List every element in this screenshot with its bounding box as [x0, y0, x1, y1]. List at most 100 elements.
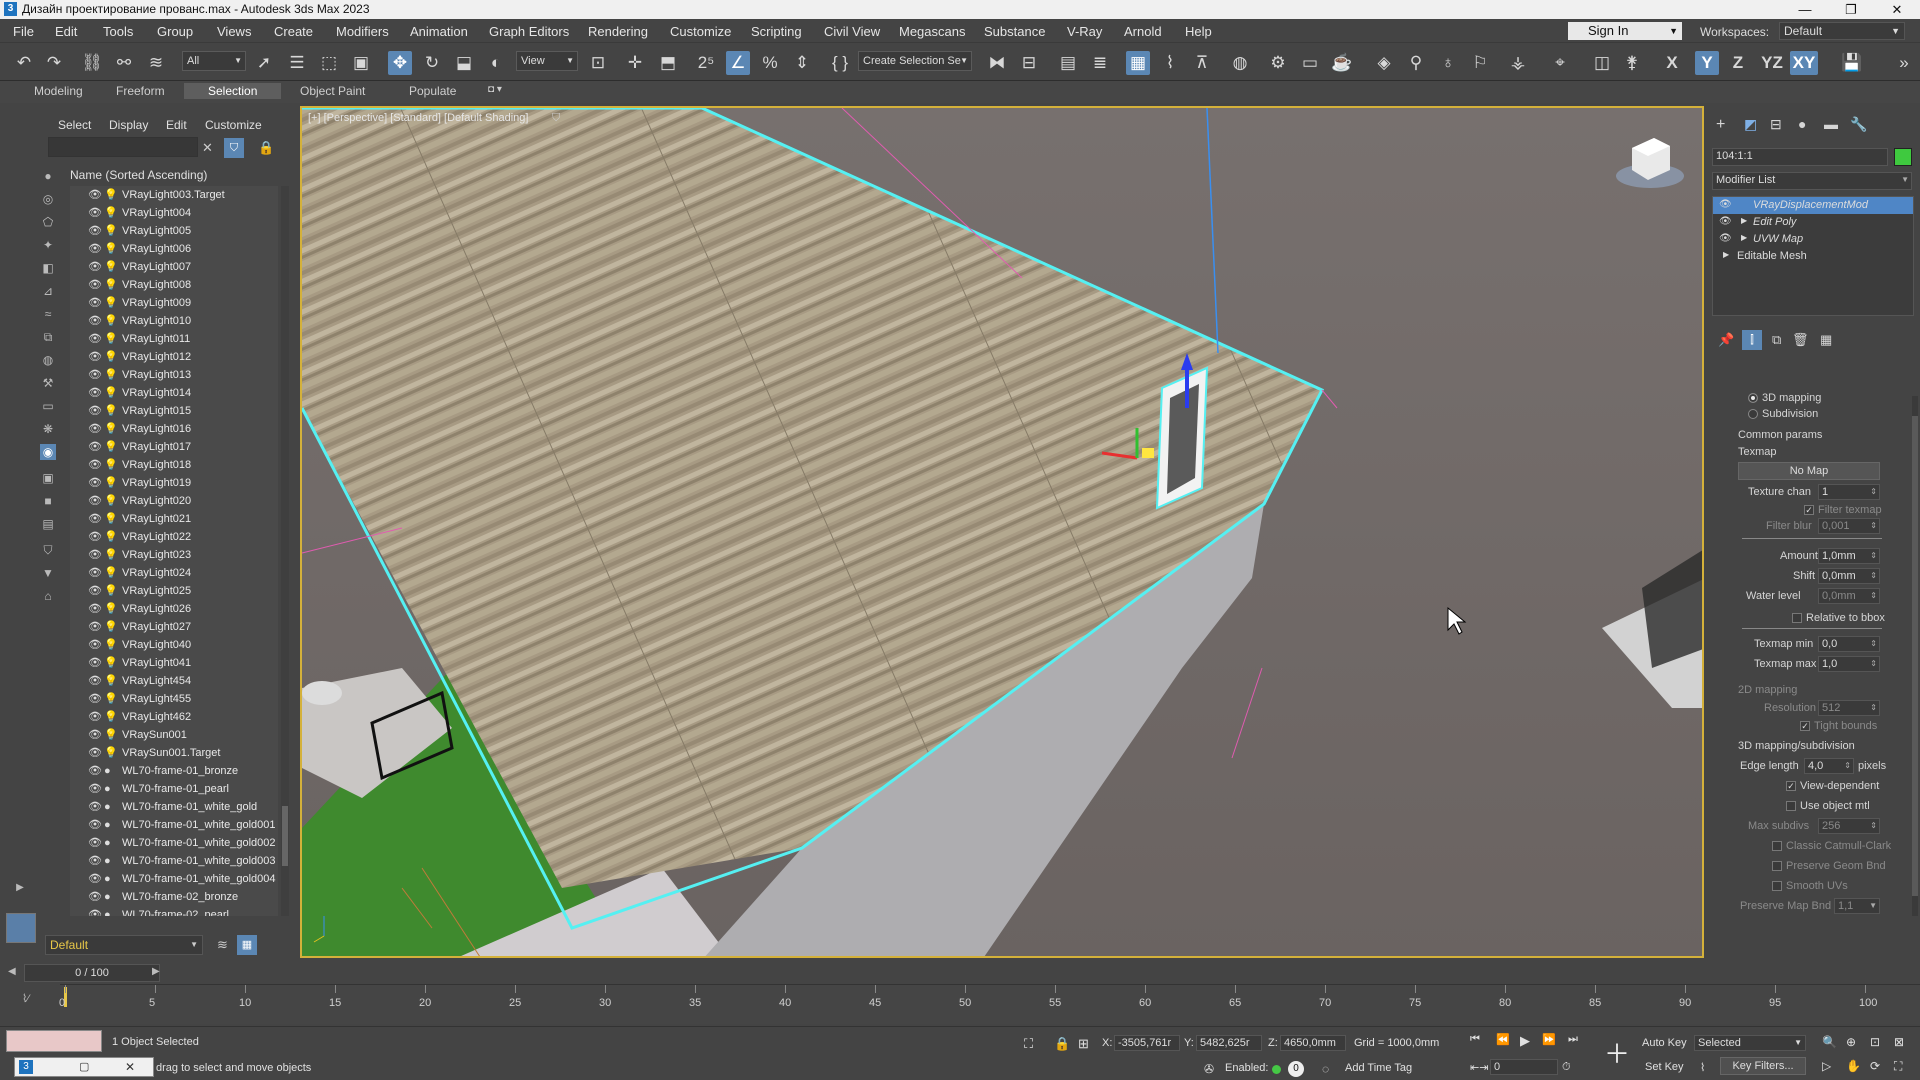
key-mode-icon[interactable]: ⇤⇥	[1470, 1061, 1488, 1074]
prev-frame-icon[interactable]: ⏪	[1496, 1033, 1510, 1046]
amount-input[interactable]: 1,0mm ⇕	[1818, 548, 1880, 564]
expand-icon[interactable]: ▶	[1741, 233, 1747, 242]
list-item[interactable]: 👁 ● WL70-frame-02_bronze	[70, 888, 278, 906]
visibility-eye-icon[interactable]: 👁	[88, 816, 102, 834]
edit-named-selection-icon[interactable]: { }	[828, 51, 852, 75]
list-item[interactable]: 👁 ● WL70-frame-01_pearl	[70, 780, 278, 798]
visibility-eye-icon[interactable]: 👁	[88, 600, 102, 618]
visibility-eye-icon[interactable]: 👁	[88, 240, 102, 258]
zoom-all-icon[interactable]: ⊕	[1846, 1035, 1856, 1049]
water-level-input[interactable]: 0,0mm ⇕	[1818, 588, 1880, 604]
visibility-eye-icon[interactable]: 👁	[88, 294, 102, 312]
unlink-icon[interactable]: ⚯	[112, 51, 136, 75]
scene-canvas[interactable]	[302, 108, 1704, 958]
list-item[interactable]: 👁 💡 VRayLight040	[70, 636, 278, 654]
ribbon-toggle-icon[interactable]: ▦	[1126, 51, 1150, 75]
radio-3d-mapping[interactable]	[1748, 393, 1758, 404]
visibility-eye-icon[interactable]: 👁	[88, 420, 102, 438]
snaps-toggle-icon[interactable]: 2⁵	[694, 51, 718, 75]
goto-end-icon[interactable]: ⏭	[1568, 1033, 1578, 1046]
spinner-snap-icon[interactable]: ⇕	[790, 51, 814, 75]
list-item[interactable]: 👁 ● WL70-frame-01_white_gold	[70, 798, 278, 816]
list-item[interactable]: 👁 💡 VRayLight455	[70, 690, 278, 708]
list-item[interactable]: 👁 💡 VRayLight010	[70, 312, 278, 330]
visibility-eye-icon[interactable]: 👁	[88, 492, 102, 510]
vray-tool-1-icon[interactable]: ◈	[1372, 51, 1396, 75]
selection-lock-icon[interactable]: 🔒	[1054, 1036, 1070, 1052]
tab-modeling[interactable]: Modeling	[34, 84, 83, 98]
object-name-field[interactable]: 104:1:1	[1712, 148, 1888, 166]
visibility-eye-icon[interactable]: 👁	[88, 852, 102, 870]
tab-selection[interactable]: Selection	[184, 83, 282, 99]
select-object-icon[interactable]: ➚	[252, 51, 276, 75]
x-coordinate-input[interactable]: -3505,761r	[1114, 1035, 1180, 1051]
menu-edit[interactable]: Edit	[55, 24, 77, 39]
pan-icon[interactable]: ✋	[1846, 1059, 1861, 1073]
geometry-filter-icon[interactable]: ◎	[40, 191, 56, 207]
list-item[interactable]: 👁 💡 VRayLight019	[70, 474, 278, 492]
visibility-eye-icon[interactable]: 👁	[88, 618, 102, 636]
expand-icon[interactable]: ▶	[1741, 216, 1747, 225]
play-icon[interactable]: ▶	[1520, 1033, 1530, 1049]
motion-tab-icon[interactable]: ●	[1798, 116, 1806, 132]
visibility-eye-icon[interactable]: 👁	[88, 582, 102, 600]
menu-rendering[interactable]: Rendering	[588, 24, 648, 39]
preserve-geom-checkbox[interactable]	[1772, 861, 1782, 872]
visibility-eye-icon[interactable]: 👁	[88, 474, 102, 492]
mode-subdivision[interactable]: Subdivision	[1748, 408, 1818, 420]
restore-icon[interactable]: ▢	[79, 1060, 89, 1073]
axis-z-button[interactable]: Z	[1726, 51, 1750, 75]
visibility-eye-icon[interactable]: 👁	[88, 654, 102, 672]
visibility-eye-icon[interactable]: 👁	[88, 384, 102, 402]
spinner-icon[interactable]: ⇕	[1870, 819, 1877, 833]
visibility-eye-icon[interactable]: 👁	[88, 798, 102, 816]
visibility-eye-icon[interactable]: 👁	[88, 276, 102, 294]
spacewarps-filter-icon[interactable]: ≈	[40, 306, 56, 322]
visibility-eye-icon[interactable]: 👁	[88, 690, 102, 708]
set-key-button[interactable]: Set Key	[1645, 1061, 1684, 1073]
key-set-dropdown[interactable]: Selected ▼	[1694, 1035, 1806, 1051]
explorer-menu-edit[interactable]: Edit	[166, 118, 187, 132]
menu-civil-view[interactable]: Civil View	[824, 24, 880, 39]
texmap-min-input[interactable]: 0,0 ⇕	[1818, 636, 1880, 652]
menu-views[interactable]: Views	[217, 24, 251, 39]
remove-modifier-icon[interactable]: 🗑	[1792, 332, 1809, 348]
create-tab-icon[interactable]: +	[1716, 116, 1725, 134]
goto-start-icon[interactable]: ⏮	[1470, 1033, 1480, 1046]
smooth-uvs-option[interactable]: Smooth UVs	[1772, 880, 1848, 892]
menu-substance[interactable]: Substance	[984, 24, 1045, 39]
filter-texmap-option[interactable]: ✓ Filter texmap	[1804, 504, 1882, 516]
filter-texmap-checkbox[interactable]: ✓	[1804, 505, 1814, 516]
hierarchy-icon[interactable]: ▦	[237, 935, 257, 955]
use-object-mtl-option[interactable]: Use object mtl	[1786, 800, 1870, 812]
fov-icon[interactable]: ▷	[1822, 1059, 1831, 1073]
classic-catmull-option[interactable]: Classic Catmull-Clark	[1772, 840, 1891, 852]
list-item[interactable]: 👁 💡 VRayLight023	[70, 546, 278, 564]
funnel-icon[interactable]: ▼	[40, 565, 56, 581]
modify-tab-icon[interactable]: ◩	[1744, 116, 1757, 133]
stack-item-vraydisplacementmod[interactable]: VRayDisplacementMod	[1713, 197, 1913, 214]
list-item[interactable]: 👁 💡 VRayLight007	[70, 258, 278, 276]
next-frame-icon[interactable]: ⏩	[1542, 1033, 1556, 1046]
window-crossing-icon[interactable]: ▣	[349, 51, 373, 75]
list-item[interactable]: 👁 💡 VRayLight013	[70, 366, 278, 384]
select-manipulate-icon[interactable]: ✛	[623, 51, 647, 75]
visibility-eye-icon[interactable]: 👁	[88, 672, 102, 690]
named-selection-set-dropdown[interactable]: Create Selection Se ▼	[858, 51, 972, 71]
mirror-icon[interactable]: ⧓	[985, 51, 1009, 75]
save-icon[interactable]: 💾	[1840, 51, 1864, 75]
maxscript-listener[interactable]	[6, 1030, 102, 1052]
pivot-center-icon[interactable]: ⊡	[586, 51, 610, 75]
lights-filter-icon[interactable]: ✦	[40, 237, 56, 253]
visibility-eye-icon[interactable]: 👁	[88, 456, 102, 474]
use-object-mtl-checkbox[interactable]	[1786, 801, 1796, 812]
perspective-viewport[interactable]: [+] [Perspective] [Standard] [Default Sh…	[300, 106, 1704, 958]
absolute-mode-icon[interactable]: ⊞	[1078, 1036, 1089, 1052]
list-item[interactable]: 👁 💡 VRaySun001.Target	[70, 744, 278, 762]
y-coordinate-input[interactable]: 5482,625r	[1196, 1035, 1262, 1051]
current-frame-input[interactable]: 0	[1490, 1059, 1558, 1075]
sign-in-button[interactable]: Sign In ▼	[1568, 22, 1682, 40]
list-item[interactable]: 👁 💡 VRayLight024	[70, 564, 278, 582]
tree-scrollbar-thumb[interactable]	[282, 806, 288, 866]
configure-modifier-sets-icon[interactable]: ▦	[1820, 332, 1832, 348]
